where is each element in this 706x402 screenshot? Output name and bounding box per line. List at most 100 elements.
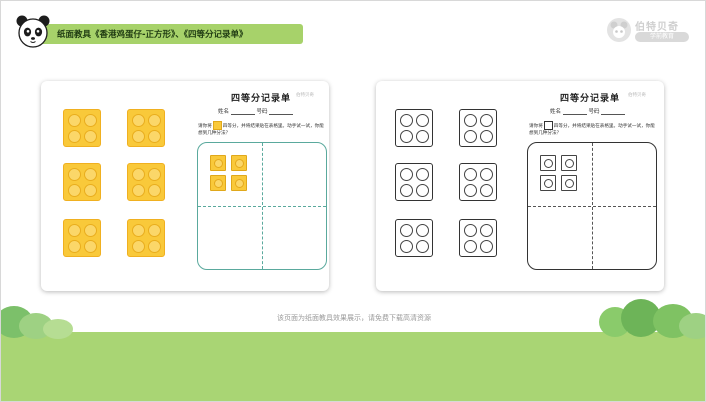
stud-icon (148, 168, 161, 181)
stud-icon (148, 184, 161, 197)
brand-name: 伯特贝奇 (635, 22, 679, 33)
name-label: 姓名 (550, 109, 562, 115)
brand-logo: 伯特贝奇 学前教育 (605, 15, 693, 45)
quarter-piece (231, 155, 247, 171)
stud-icon (214, 179, 223, 188)
horizontal-divider (198, 206, 326, 207)
worksheet-title: 四等分记录单 (231, 94, 292, 104)
stud-icon (84, 114, 97, 127)
square-piece (63, 219, 101, 257)
square-piece (127, 109, 165, 147)
stud-icon (84, 224, 97, 237)
quartered-grid (527, 142, 657, 270)
stud-icon (84, 130, 97, 143)
brand-tagline: 学前教育 (635, 32, 689, 42)
stud-icon (132, 224, 145, 237)
stud-icon (68, 114, 81, 127)
number-blank (269, 109, 294, 115)
square-piece (395, 109, 433, 147)
horizontal-divider (528, 206, 656, 207)
stud-icon (480, 130, 493, 143)
stud-icon (416, 240, 429, 253)
square-piece (459, 163, 497, 201)
square-piece (459, 219, 497, 257)
stud-icon (400, 114, 413, 127)
stud-icon (148, 130, 161, 143)
square-piece (395, 163, 433, 201)
quarter-piece (561, 155, 577, 171)
number-label: 号码 (588, 109, 600, 115)
quartered-grid (197, 142, 327, 270)
worksheet-logo: 伯特贝奇 (628, 93, 646, 98)
stud-icon (544, 159, 553, 168)
stud-icon (480, 168, 493, 181)
square-piece (63, 163, 101, 201)
quarter-piece (231, 175, 247, 191)
instruction-prefix: 请你将 (529, 124, 543, 129)
quarter-piece (540, 155, 556, 171)
square-piece (395, 219, 433, 257)
stud-icon (480, 114, 493, 127)
stud-icon (132, 184, 145, 197)
stud-icon (235, 179, 244, 188)
stud-icon (84, 168, 97, 181)
stud-icon (416, 168, 429, 181)
worksheet-title: 四等分记录单 (560, 94, 621, 104)
stud-icon (84, 184, 97, 197)
number-label: 号码 (256, 109, 268, 115)
stud-icon (464, 114, 477, 127)
stud-icon (400, 168, 413, 181)
quarter-piece (210, 155, 226, 171)
square-sample-icon (543, 121, 553, 130)
stud-icon (565, 159, 574, 168)
stud-icon (416, 130, 429, 143)
worksheet-instruction: 请你将 四等分，并将结果贴在表格里。动手试一试，你能想到几种分法？ (198, 121, 328, 137)
stud-icon (480, 184, 493, 197)
square-piece (127, 219, 165, 257)
stud-icon (416, 184, 429, 197)
stud-icon (544, 179, 553, 188)
header-title: 纸面教具《香港鸡蛋仔-正方形》、《四等分记录单》 (57, 30, 248, 40)
header-bar: 纸面教具《香港鸡蛋仔-正方形》、《四等分记录单》 (23, 24, 303, 44)
stud-icon (565, 179, 574, 188)
stud-icon (400, 184, 413, 197)
panda-mascot-icon (16, 15, 50, 48)
worksheet-logo: 伯特贝奇 (296, 93, 314, 98)
stud-icon (400, 224, 413, 237)
stud-icon (132, 168, 145, 181)
bush (43, 319, 73, 339)
brand-emblem-icon (607, 18, 631, 42)
square-sample-icon (212, 121, 222, 130)
quarter-piece (540, 175, 556, 191)
quarter-piece (210, 175, 226, 191)
stud-icon (148, 240, 161, 253)
stud-icon (400, 240, 413, 253)
stud-icon (68, 224, 81, 237)
stud-icon (214, 159, 223, 168)
stud-icon (68, 184, 81, 197)
stud-icon (464, 184, 477, 197)
square-piece (63, 109, 101, 147)
stud-icon (68, 130, 81, 143)
stud-icon (416, 224, 429, 237)
stud-icon (416, 114, 429, 127)
worksheet-preview-colored: 四等分记录单 伯特贝奇 姓名 号码 请你将 四等分，并将结果贴在表格里。动手试一试… (41, 81, 329, 291)
stud-icon (132, 240, 145, 253)
stud-icon (148, 114, 161, 127)
worksheet-preview-outline: 四等分记录单 伯特贝奇 姓名 号码 请你将 四等分，并将结果贴在表格里。动手试一试… (376, 81, 664, 291)
number-blank (601, 109, 626, 115)
worksheet-fields: 姓名 号码 (550, 107, 626, 115)
stud-icon (464, 224, 477, 237)
instruction-prefix: 请你将 (198, 124, 212, 129)
stud-icon (68, 168, 81, 181)
square-piece (127, 163, 165, 201)
grass-ground (1, 332, 705, 401)
stud-icon (464, 168, 477, 181)
name-blank (230, 109, 255, 115)
stud-icon (480, 240, 493, 253)
square-piece (459, 109, 497, 147)
stud-icon (68, 240, 81, 253)
stud-icon (400, 130, 413, 143)
slide-frame: 纸面教具《香港鸡蛋仔-正方形》、《四等分记录单》 伯特贝奇 学前教育 四等分记录… (0, 0, 706, 402)
name-blank (562, 109, 587, 115)
